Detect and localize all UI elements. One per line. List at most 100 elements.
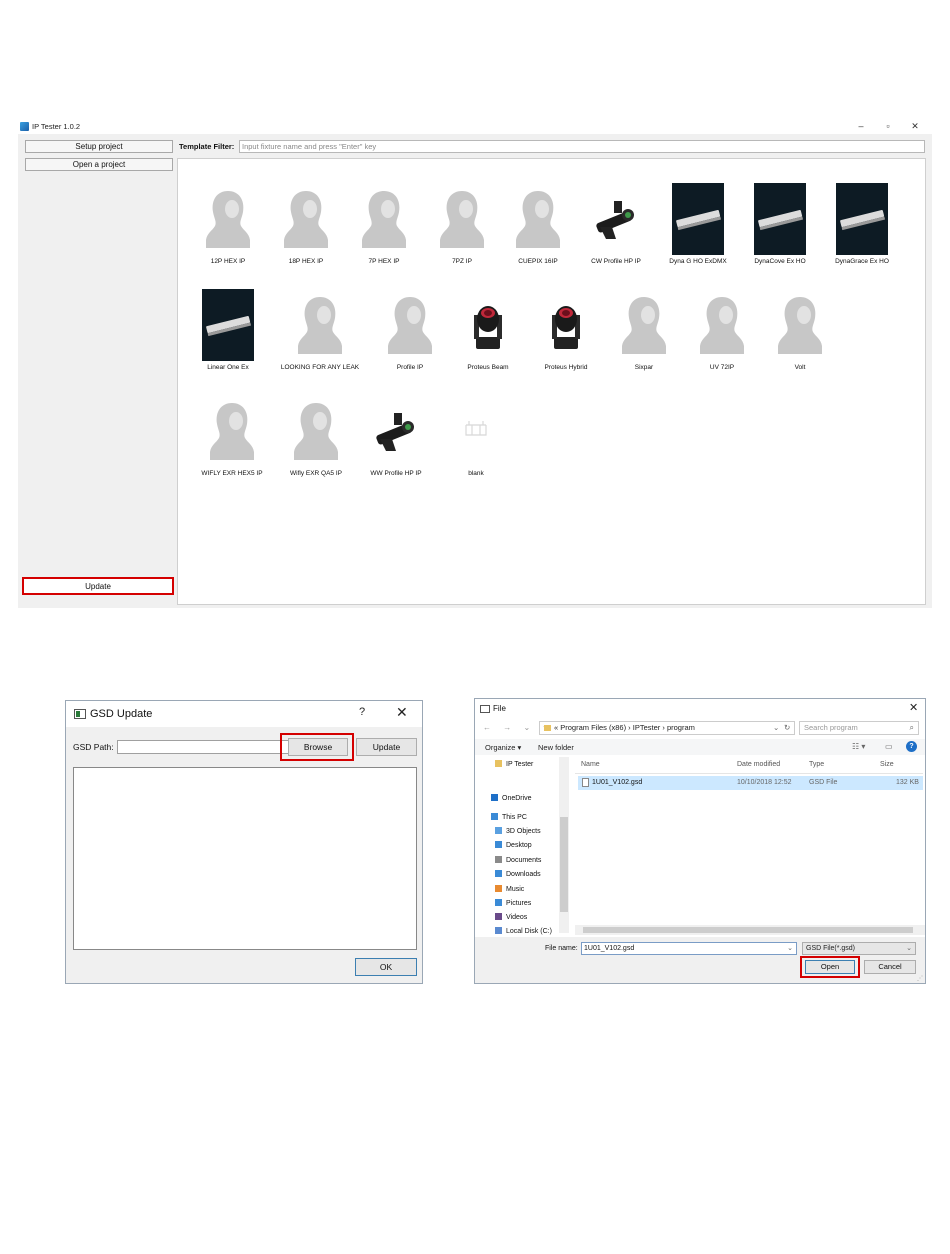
- fixture-tile[interactable]: WIFLY EXR HEX5 IP: [192, 395, 272, 477]
- fixture-tile[interactable]: DynaCove Ex HO: [740, 183, 820, 265]
- fixture-label: Dyna G HO ExDMX: [669, 258, 727, 265]
- fixture-tile[interactable]: 12P HEX IP: [188, 183, 268, 265]
- tree-item[interactable]: Local Disk (C:): [495, 927, 552, 935]
- fixture-tile[interactable]: CW Profile HP IP: [576, 183, 656, 265]
- file-toolbar: Organize ▾ New folder ☷ ▾ ▭ ?: [475, 739, 925, 755]
- file-list-scrollbar[interactable]: [575, 925, 925, 935]
- column-name[interactable]: Name: [581, 761, 600, 768]
- new-folder-button[interactable]: New folder: [538, 743, 574, 752]
- fixture-tile[interactable]: 18P HEX IP: [266, 183, 346, 265]
- file-dialog: File ✕ ← → ⌄ ↑ « Program Files (x86) › I…: [474, 698, 926, 984]
- fixture-tile[interactable]: Linear One Ex: [188, 289, 268, 371]
- cancel-button[interactable]: Cancel: [864, 960, 916, 974]
- tree-item-label: Local Disk (C:): [506, 928, 552, 935]
- tree-item[interactable]: Desktop: [495, 841, 532, 849]
- fixture-tile[interactable]: CUEPIX 16IP: [498, 183, 578, 265]
- tree-item[interactable]: 3D Objects: [495, 827, 541, 835]
- template-filter-label: Template Filter:: [179, 142, 235, 151]
- help-icon[interactable]: ?: [906, 741, 917, 752]
- fixture-tile[interactable]: blank: [436, 395, 516, 477]
- address-bar[interactable]: « Program Files (x86) › IPTester › progr…: [539, 721, 795, 735]
- maximize-button[interactable]: ▫: [877, 120, 899, 133]
- moving-head-icon: [462, 289, 514, 361]
- fixture-tile[interactable]: UV 72IP: [682, 289, 762, 371]
- gsd-update-dialog: GSD Update ? ✕ GSD Path: Browse Update O…: [65, 700, 423, 984]
- view-options-icon[interactable]: ☷ ▾: [852, 742, 865, 751]
- file-date: 10/10/2018 12:52: [737, 779, 792, 786]
- file-size: 132 KB: [896, 779, 919, 786]
- template-filter-input[interactable]: Input fixture name and press "Enter" key: [239, 140, 925, 153]
- gsd-update-button[interactable]: Update: [356, 738, 417, 756]
- open-button[interactable]: Open: [805, 960, 855, 974]
- column-type[interactable]: Type: [809, 761, 824, 768]
- fixture-tile[interactable]: Sixpar: [604, 289, 684, 371]
- close-icon[interactable]: ✕: [909, 701, 918, 714]
- tree-item[interactable]: Documents: [495, 856, 541, 864]
- close-button[interactable]: ✕: [904, 120, 926, 133]
- placeholder-head-icon: [774, 289, 826, 361]
- fixture-tile[interactable]: 7P HEX IP: [344, 183, 424, 265]
- close-icon[interactable]: ✕: [396, 704, 408, 721]
- file-row[interactable]: 1U01_V102.gsd 10/10/2018 12:52 GSD File …: [578, 776, 923, 790]
- tree-item[interactable]: Music: [495, 885, 524, 893]
- app-title: IP Tester 1.0.2: [32, 122, 81, 131]
- file-name: 1U01_V102.gsd: [592, 779, 643, 786]
- fixture-tile[interactable]: Wifly EXR QA5 IP: [276, 395, 356, 477]
- update-button[interactable]: Update: [22, 577, 174, 595]
- fixture-label: CW Profile HP IP: [591, 258, 641, 265]
- file-list-scroll-thumb[interactable]: [583, 927, 913, 933]
- title-bar[interactable]: IP Tester 1.0.2 – ▫ ✕: [18, 119, 932, 134]
- tree-item[interactable]: IP Tester: [495, 760, 533, 768]
- folder-icon: [495, 760, 502, 767]
- fixture-tile[interactable]: DynaGrace Ex HO: [822, 183, 902, 265]
- file-name-input[interactable]: 1U01_V102.gsd ⌄: [581, 942, 797, 955]
- minimize-button[interactable]: –: [850, 120, 872, 133]
- ok-button[interactable]: OK: [355, 958, 417, 976]
- tree-item[interactable]: Pictures: [495, 899, 531, 907]
- tree-item-label: Videos: [506, 914, 528, 921]
- tree-item[interactable]: Downloads: [495, 870, 541, 878]
- gsd-path-input[interactable]: [117, 740, 289, 754]
- objects-icon: [495, 827, 502, 834]
- fixture-tile[interactable]: LOOKING FOR ANY LEAK: [280, 289, 360, 371]
- gsd-title-bar[interactable]: GSD Update ? ✕: [66, 701, 422, 727]
- open-project-button[interactable]: Open a project: [25, 158, 173, 171]
- chevron-down-icon[interactable]: ⌄: [787, 943, 793, 954]
- fixture-label: CUEPIX 16IP: [518, 258, 558, 265]
- fixture-label: Profile IP: [396, 364, 424, 371]
- linear-bar-icon: [836, 183, 888, 255]
- fixture-tile[interactable]: WW Profile HP IP: [356, 395, 436, 477]
- app-icon: [20, 122, 29, 131]
- fixture-tile[interactable]: Proteus Hybrid: [526, 289, 606, 371]
- file-type: GSD File: [809, 779, 838, 786]
- refresh-icon[interactable]: ↻: [784, 722, 790, 734]
- column-date-modified[interactable]: Date modified: [737, 761, 780, 768]
- fixture-label: DynaCove Ex HO: [754, 258, 806, 265]
- tree-item[interactable]: OneDrive: [491, 794, 532, 802]
- fixture-tile[interactable]: Dyna G HO ExDMX: [658, 183, 738, 265]
- fixture-tile[interactable]: Proteus Beam: [448, 289, 528, 371]
- chevron-down-icon[interactable]: ⌄: [773, 722, 779, 734]
- ip-tester-window: IP Tester 1.0.2 – ▫ ✕ Setup project Open…: [18, 119, 932, 608]
- search-input[interactable]: Search program ⌕: [799, 721, 919, 735]
- browse-button[interactable]: Browse: [288, 738, 348, 756]
- fixture-tile[interactable]: Volt: [760, 289, 840, 371]
- tree-scrollbar[interactable]: [559, 757, 569, 933]
- setup-project-button[interactable]: Setup project: [25, 140, 173, 153]
- file-name-value: 1U01_V102.gsd: [584, 945, 635, 952]
- left-panel: [20, 157, 175, 607]
- tree-item[interactable]: This PC: [491, 813, 527, 821]
- fixture-tile[interactable]: Profile IP: [370, 289, 450, 371]
- pictures-icon: [495, 899, 502, 906]
- preview-pane-icon[interactable]: ▭: [885, 742, 893, 751]
- organize-button[interactable]: Organize ▾: [485, 743, 521, 752]
- help-icon[interactable]: ?: [359, 706, 365, 718]
- tree-item-label: Pictures: [506, 900, 532, 907]
- tree-item[interactable]: Videos: [495, 913, 527, 921]
- file-type-select[interactable]: GSD File(*.gsd) ⌄: [802, 942, 916, 955]
- navigation-pane: IP Tester OneDrive This PC 3D Objects Deskto…: [475, 756, 569, 936]
- column-size[interactable]: Size: [880, 761, 894, 768]
- tree-scroll-thumb[interactable]: [560, 817, 568, 912]
- resize-grip-icon[interactable]: ⋰: [917, 975, 923, 982]
- fixture-tile[interactable]: 7PZ IP: [422, 183, 502, 265]
